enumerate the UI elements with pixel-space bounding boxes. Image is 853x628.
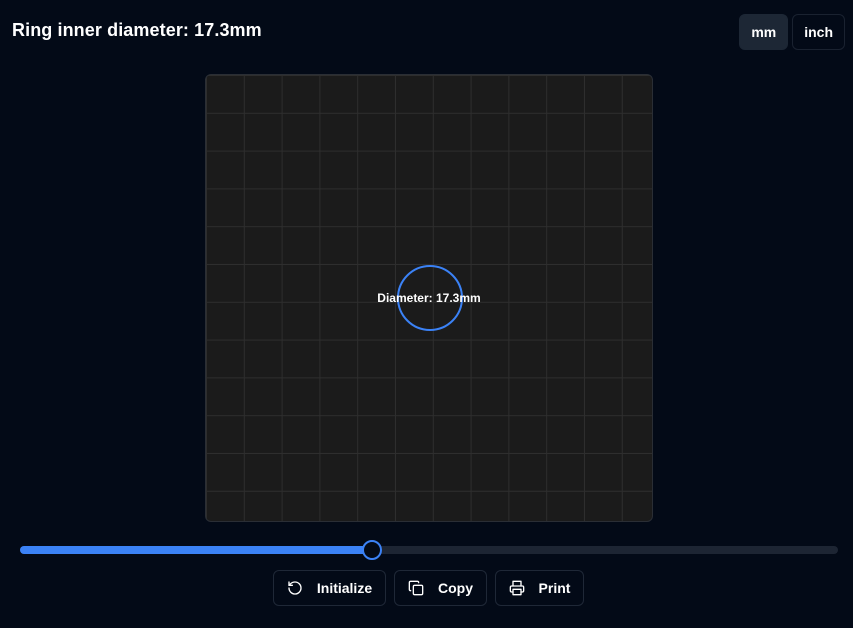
copy-label: Copy bbox=[438, 580, 473, 596]
slider-fill bbox=[20, 546, 372, 554]
slider-thumb[interactable] bbox=[362, 540, 382, 560]
initialize-button[interactable]: Initialize bbox=[273, 570, 386, 606]
copy-icon bbox=[408, 580, 424, 596]
printer-icon bbox=[509, 580, 525, 596]
ring-sizer-canvas: Diameter: 17.3mm bbox=[205, 74, 653, 522]
unit-toggle: mm inch bbox=[739, 14, 845, 50]
diameter-slider[interactable] bbox=[20, 539, 838, 561]
diameter-label: Diameter: 17.3mm bbox=[377, 291, 481, 305]
copy-button[interactable]: Copy bbox=[394, 570, 487, 606]
unit-mm-button[interactable]: mm bbox=[739, 14, 789, 50]
print-label: Print bbox=[538, 580, 571, 596]
page-title: Ring inner diameter: 17.3mm bbox=[12, 20, 262, 40]
print-button[interactable]: Print bbox=[495, 570, 584, 606]
unit-inch-button[interactable]: inch bbox=[792, 14, 845, 50]
rotate-ccw-icon bbox=[287, 580, 303, 596]
initialize-label: Initialize bbox=[316, 580, 373, 596]
